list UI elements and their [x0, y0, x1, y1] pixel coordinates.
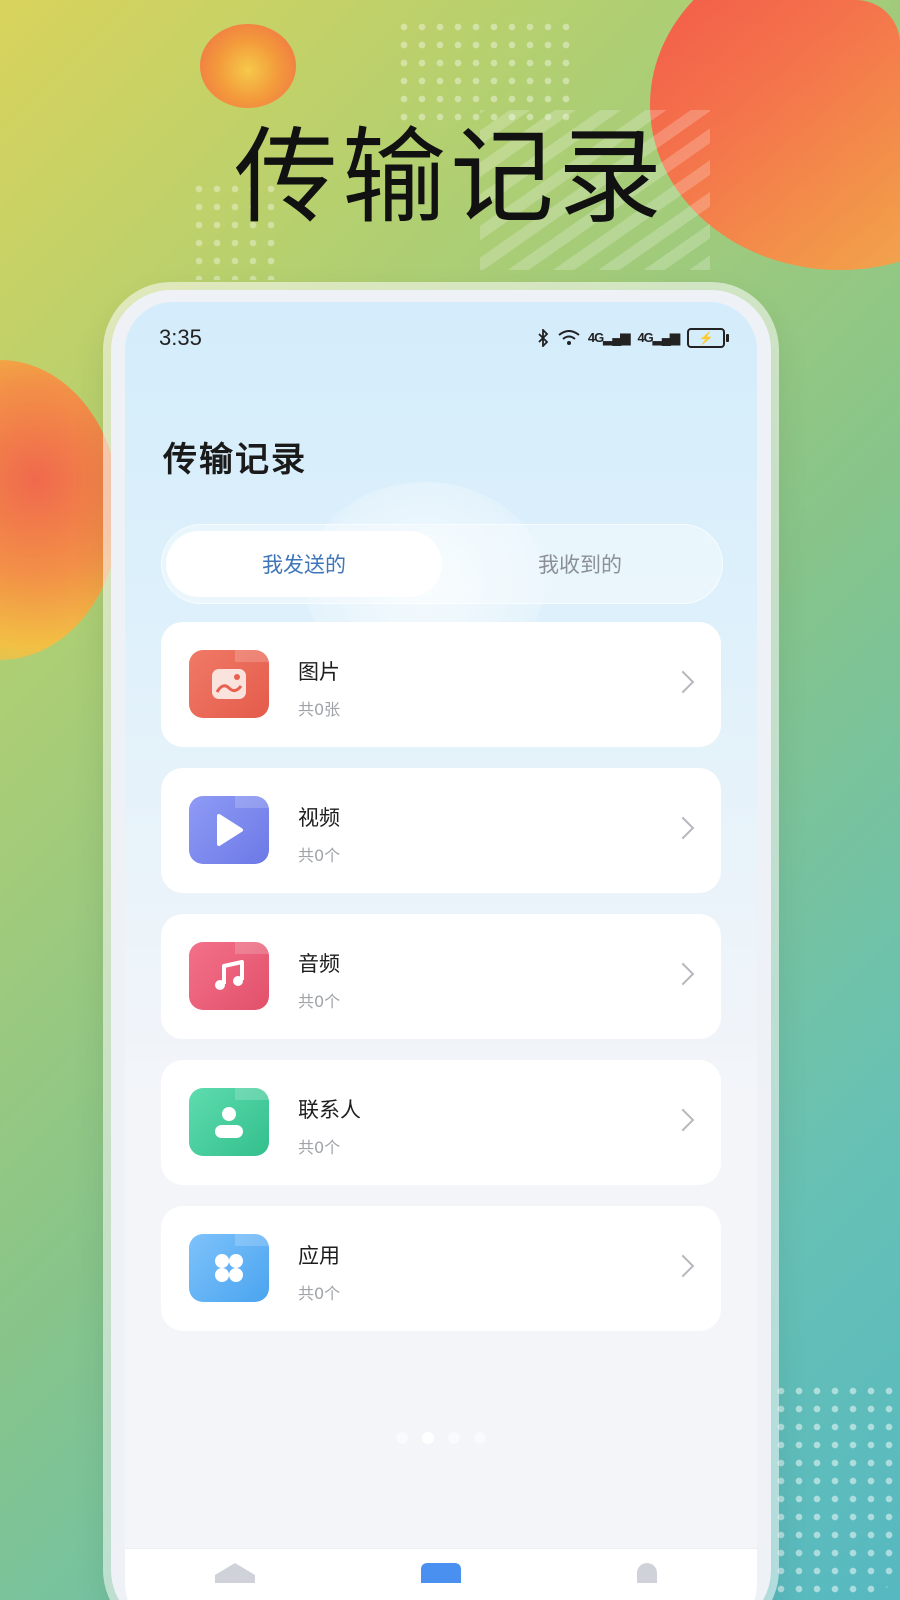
bluetooth-icon [538, 329, 549, 347]
item-text: 图片 共0张 [298, 656, 340, 720]
status-icons: 4G▂▄▆ 4G▂▄▆ ⚡ [536, 328, 729, 348]
tab-received[interactable]: 我收到的 [442, 531, 718, 597]
profile-icon[interactable] [637, 1563, 657, 1583]
item-text: 应用 共0个 [298, 1240, 340, 1304]
page-indicator [125, 1432, 757, 1444]
category-item-images[interactable]: 图片 共0张 [161, 622, 721, 747]
home-icon[interactable] [215, 1563, 255, 1583]
item-title: 音频 [298, 952, 340, 976]
item-count: 共0张 [298, 700, 341, 719]
transfer-icon[interactable] [421, 1563, 461, 1583]
music-note-icon [189, 942, 269, 1010]
signal-icon: 4G▂▄▆ [587, 330, 631, 345]
category-item-contacts[interactable]: 联系人 共0个 [161, 1060, 721, 1185]
tab-sent[interactable]: 我发送的 [166, 531, 442, 597]
page-dot [474, 1432, 486, 1444]
signal-icon: 4G▂▄▆ [637, 330, 680, 345]
chevron-right-icon [671, 962, 695, 986]
item-count: 共0个 [298, 992, 341, 1011]
chevron-right-icon [671, 670, 695, 694]
page-dot [448, 1432, 460, 1444]
play-icon [189, 796, 269, 864]
app-screen: 3:35 4G▂▄▆ 4G▂▄▆ ⚡ 传输记录 我发送的 我收到的 图片 共0张… [125, 302, 757, 1600]
image-icon [189, 650, 269, 718]
status-time: 3:35 [159, 325, 202, 350]
item-text: 音频 共0个 [298, 948, 340, 1012]
item-title: 联系人 [298, 1098, 361, 1122]
contact-icon [189, 1088, 269, 1156]
item-title: 图片 [298, 660, 340, 684]
wifi-icon [558, 330, 580, 345]
category-item-audio[interactable]: 音频 共0个 [161, 914, 721, 1039]
chevron-right-icon [671, 816, 695, 840]
decor-blob [0, 360, 120, 660]
chevron-right-icon [671, 1254, 695, 1278]
item-text: 视频 共0个 [298, 802, 340, 866]
category-item-apps[interactable]: 应用 共0个 [161, 1206, 721, 1331]
promo-title: 传输记录 [233, 116, 666, 238]
item-title: 视频 [298, 806, 340, 830]
page-dot [396, 1432, 408, 1444]
phone-mockup: 3:35 4G▂▄▆ 4G▂▄▆ ⚡ 传输记录 我发送的 我收到的 图片 共0张… [111, 290, 771, 1600]
item-title: 应用 [298, 1244, 340, 1268]
page-title: 传输记录 [163, 440, 307, 480]
item-count: 共0个 [298, 846, 341, 865]
category-item-videos[interactable]: 视频 共0个 [161, 768, 721, 893]
item-count: 共0个 [298, 1138, 341, 1157]
promo-frame: 传输记录 3:35 4G▂▄▆ 4G▂▄▆ ⚡ 传输记录 我发送的 我收到的 图… [0, 0, 900, 1600]
apps-icon [189, 1234, 269, 1302]
battery-charging-icon: ⚡ [687, 328, 729, 348]
item-count: 共0个 [298, 1284, 341, 1303]
bottom-nav [125, 1548, 757, 1600]
category-list: 图片 共0张 视频 共0个 音频 共0个 联系人 共0个 应用 共0个 [161, 622, 721, 1352]
page-dot [422, 1432, 434, 1444]
tab-switcher: 我发送的 我收到的 [161, 524, 723, 604]
decor-dots [772, 1382, 900, 1600]
item-text: 联系人 共0个 [298, 1094, 361, 1158]
chevron-right-icon [671, 1108, 695, 1132]
status-bar: 3:35 4G▂▄▆ 4G▂▄▆ ⚡ [159, 320, 729, 356]
